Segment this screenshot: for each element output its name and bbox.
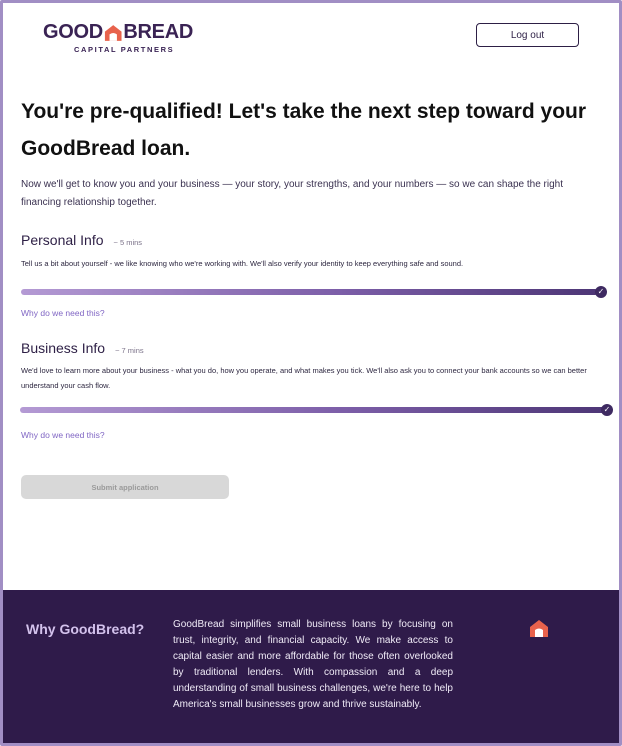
brand-logo[interactable]: GOOD BREAD CAPITAL PARTNERS (43, 21, 193, 54)
why-link-personal-info[interactable]: Why do we need this? (21, 308, 105, 318)
footer: Why GoodBread? GoodBread simplifies smal… (3, 590, 619, 743)
section-title: Business Info (21, 340, 106, 356)
intro-text: Now we'll get to know you and your busin… (21, 179, 563, 208)
section-title: Personal Info (21, 232, 104, 248)
time-estimate: ~ 5 mins (113, 238, 143, 247)
page-title-line-1: You're pre-qualified! Let's take the nex… (21, 100, 587, 123)
page-title: You're pre-qualified! Let's take the nex… (21, 93, 601, 167)
why-link-business-info[interactable]: Why do we need this? (21, 430, 105, 440)
footer-body: GoodBread simplifies small business loan… (173, 619, 453, 710)
check-icon: ✓ (601, 404, 613, 416)
section-business-info-header: Business Info ~ 7 mins (21, 340, 144, 356)
page: GOOD BREAD CAPITAL PARTNERS Log out You'… (0, 0, 622, 746)
house-icon (104, 24, 122, 41)
time-estimate: ~ 7 mins (115, 346, 144, 355)
progress-bar-business-info (20, 407, 608, 413)
logo-wordmark: GOOD BREAD (43, 21, 193, 44)
footer-heading: Why GoodBread? (26, 621, 145, 637)
logo-word-right: BREAD (123, 21, 193, 43)
house-icon (530, 620, 548, 637)
progress-bar-personal-info (21, 289, 598, 295)
section-description: Tell us a bit about yourself - we like k… (21, 259, 464, 268)
logout-button[interactable]: Log out (476, 23, 579, 47)
submit-application-button[interactable]: Submit application (21, 475, 229, 499)
logo-tagline: CAPITAL PARTNERS (74, 45, 175, 54)
page-title-line-2: GoodBread loan. (21, 137, 191, 160)
section-personal-info-header: Personal Info ~ 5 mins (21, 232, 142, 248)
logo-word-left: GOOD (43, 21, 103, 43)
section-description: We'd love to learn more about your busin… (21, 366, 587, 390)
check-icon: ✓ (595, 286, 607, 298)
